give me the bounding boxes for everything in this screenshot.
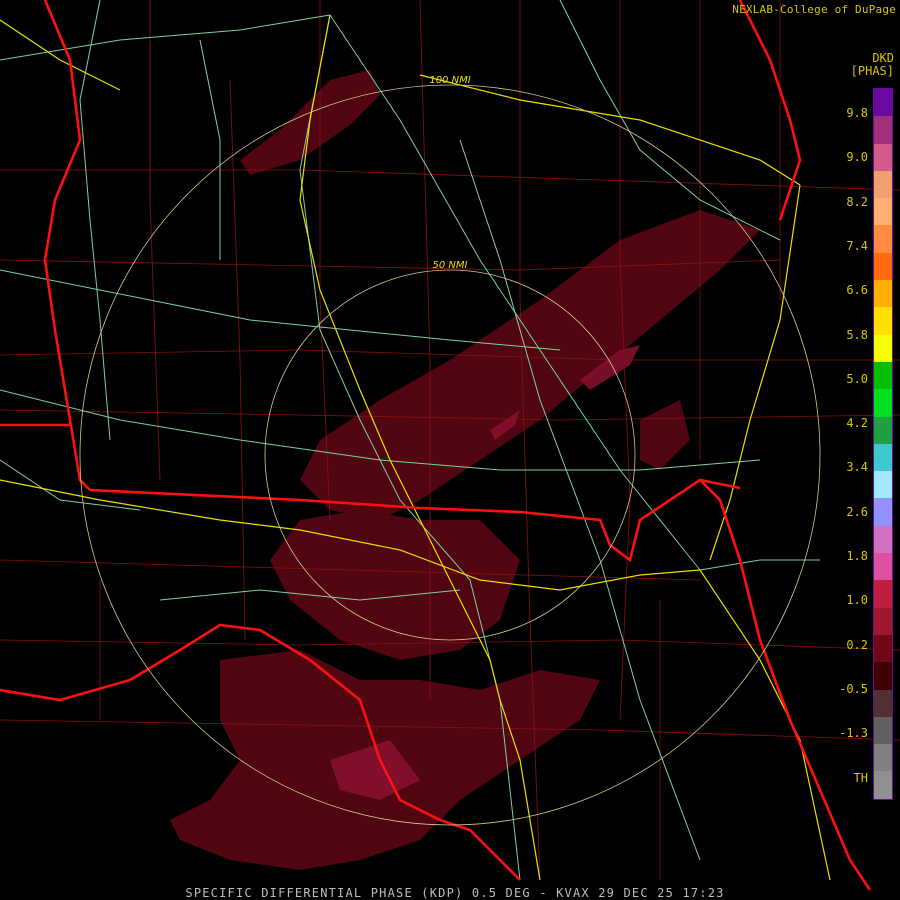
radar-echoes (170, 70, 760, 870)
legend-swatch (874, 280, 892, 308)
legend-swatch (874, 361, 892, 390)
legend-label: 8.2 (846, 194, 868, 209)
legend-label: -1.3 (839, 726, 868, 741)
footer-title: SPECIFIC DIFFERENTIAL PHASE (KDP) 0.5 DE… (185, 886, 725, 900)
legend-swatch (874, 89, 892, 117)
legend-swatch (874, 689, 892, 717)
product-footer: SPECIFIC DIFFERENTIAL PHASE (KDP) 0.5 DE… (0, 886, 900, 900)
credit-text: NEXLAB-College of DuPage (732, 3, 896, 16)
legend-swatch (874, 471, 892, 499)
legend-swatch (874, 498, 892, 526)
legend-swatch (874, 716, 892, 745)
legend-label: TH (853, 770, 868, 785)
legend-swatch (874, 580, 892, 608)
radar-map: 50 NMI 100 NMI (0, 0, 900, 891)
legend-swatch (874, 252, 892, 281)
range-ring-100-label: 100 NMI (429, 75, 470, 86)
color-legend-bar (873, 88, 893, 800)
legend-swatch (874, 744, 892, 772)
range-ring-50-label: 50 NMI (433, 260, 468, 271)
legend-label: -0.5 (839, 681, 868, 696)
legend-swatch (874, 170, 892, 199)
legend-swatch (874, 389, 892, 417)
legend-label: 9.8 (846, 106, 868, 120)
legend-swatch (874, 553, 892, 581)
legend-label: 1.0 (846, 593, 868, 608)
legend-swatch (874, 416, 892, 444)
legend-swatch (874, 662, 892, 690)
legend-swatch (874, 443, 892, 472)
legend-label: 0.2 (846, 637, 868, 652)
legend-label: 3.4 (846, 460, 868, 475)
legend-label: 5.0 (846, 371, 868, 386)
legend-label: 9.0 (846, 150, 868, 165)
legend-label: 5.8 (846, 327, 868, 342)
legend-swatch (874, 334, 892, 362)
legend-label: 2.6 (846, 504, 868, 519)
legend-swatch (874, 607, 892, 635)
legend-swatch (874, 307, 892, 335)
legend-swatch (874, 225, 892, 253)
product-unit: [PHAS] (850, 64, 894, 78)
legend-label: 4.2 (846, 416, 868, 431)
legend-swatch (874, 771, 892, 799)
legend-swatch (874, 198, 892, 226)
legend-swatch (874, 143, 892, 171)
legend-swatch (874, 634, 892, 663)
legend-swatch (874, 525, 892, 554)
product-header: DKD [PHAS] (851, 52, 894, 78)
legend-label: 6.6 (846, 283, 868, 298)
legend-swatch (874, 116, 892, 144)
legend-label: 7.4 (846, 238, 868, 253)
legend-label: 1.8 (846, 549, 868, 563)
